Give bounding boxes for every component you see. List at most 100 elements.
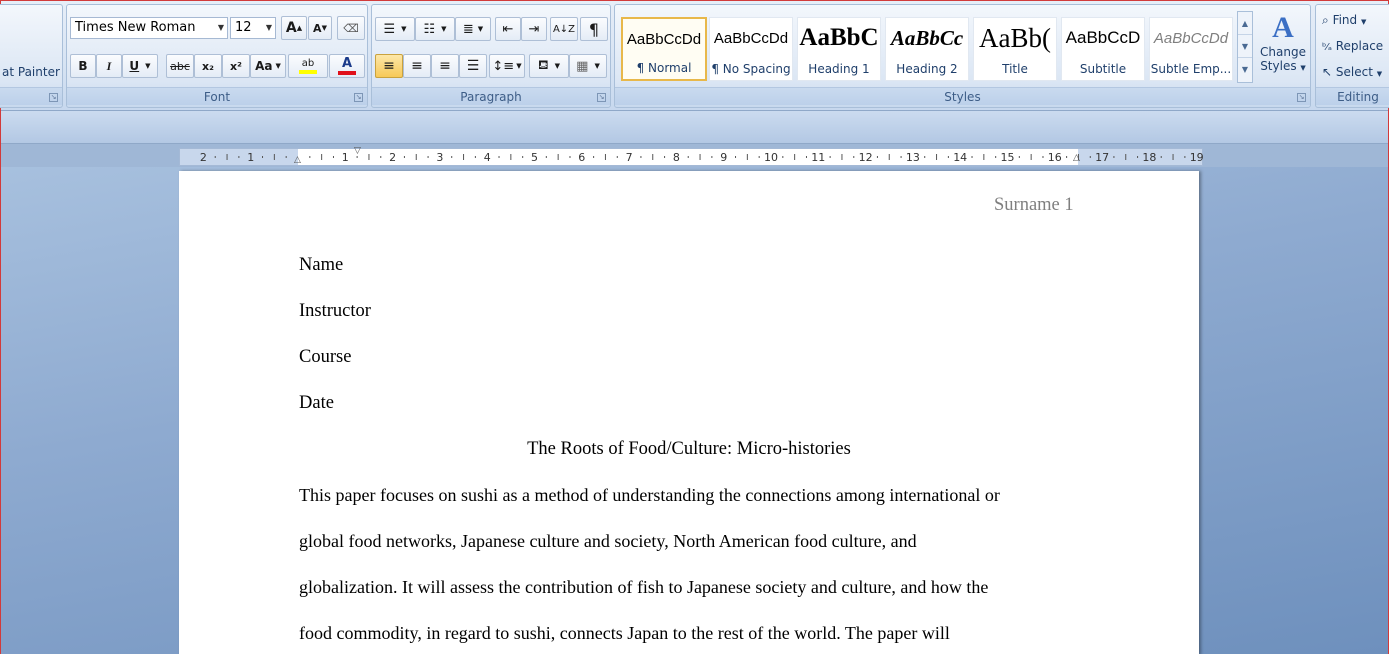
font-group: Times New Roman ▼ 12 ▼ A ▲ A ▼ ⌫ B I U ▼ ab…	[66, 4, 368, 108]
style-sample: AaBbCcD	[1065, 28, 1141, 47]
body-line-4: food commodity, in regard to sushi, conn…	[299, 623, 950, 643]
ruler-number: 13	[906, 151, 920, 164]
bold-button[interactable]: B	[70, 54, 96, 78]
style-no-spacing[interactable]: AaBbCcDd ¶ No Spacing	[709, 17, 793, 81]
ruler-number: 7	[626, 151, 633, 164]
style-name: Subtle Emp...	[1150, 62, 1232, 76]
underline-button[interactable]: U ▼	[122, 54, 158, 78]
font-launcher[interactable]: ↘	[354, 93, 363, 102]
ruler-number: 6	[578, 151, 585, 164]
font-color-button[interactable]: A	[329, 54, 365, 78]
style-sample: AaBbCcDd	[626, 31, 702, 48]
ruler-number: 2	[200, 151, 207, 164]
ruler-number: 19	[1190, 151, 1204, 164]
ruler-number: 1	[342, 151, 349, 164]
italic-button[interactable]: I	[96, 54, 122, 78]
find-button[interactable]: ⌕ Find ▼	[1322, 13, 1366, 28]
align-right-button[interactable]: ≡	[431, 54, 459, 78]
styles-scroll: ▲ ▼ ▼	[1237, 11, 1253, 83]
style-title[interactable]: AaBb( Title	[973, 17, 1057, 81]
scroll-down-button[interactable]: ▼	[1238, 35, 1252, 58]
paint-bucket-icon: ⛾	[537, 57, 549, 73]
style-name: ¶ Normal	[636, 61, 692, 75]
ruler-number: 9	[720, 151, 727, 164]
right-indent-marker[interactable]: △	[1073, 153, 1080, 163]
numbering-button[interactable]: ☷ ▼	[415, 17, 455, 41]
style-heading-1[interactable]: AaBbC Heading 1	[797, 17, 881, 81]
italic-icon: I	[106, 58, 112, 73]
first-line-indent-marker[interactable]: ▽	[354, 146, 361, 156]
style-name: Title	[1002, 62, 1028, 76]
style-sample: AaBb(	[979, 23, 1051, 53]
ruler-number: 10	[764, 151, 778, 164]
body-line-1: This paper focuses on sushi as a method …	[299, 485, 1000, 505]
align-left-button[interactable]: ≡	[375, 54, 403, 78]
strikethrough-button[interactable]: abc	[166, 54, 194, 78]
ruler-number: 14	[953, 151, 967, 164]
align-center-icon: ≡	[411, 58, 423, 74]
subscript-button[interactable]: x₂	[194, 54, 222, 78]
decrease-indent-button[interactable]: ⇤	[495, 17, 521, 41]
change-case-button[interactable]: Aa ▼	[250, 54, 286, 78]
decrease-indent-icon: ⇤	[502, 21, 514, 37]
shrink-font-icon: A	[313, 21, 322, 35]
superscript-button[interactable]: x²	[222, 54, 250, 78]
more-styles-button[interactable]: ▼	[1238, 58, 1252, 81]
horizontal-ruler[interactable]: 2 1 1 2 3 4 5 6 7 8 9 10 11 12 13 14 15 16 17 18 19 ▽ △ △	[179, 146, 1204, 166]
font-name-value: Times New Roman	[75, 20, 196, 35]
left-indent-marker[interactable]: △	[294, 155, 301, 165]
font-color-icon: A	[341, 56, 353, 71]
increase-indent-button[interactable]: ⇥	[521, 17, 547, 41]
align-center-button[interactable]: ≡	[403, 54, 431, 78]
align-left-icon: ≡	[383, 58, 395, 74]
style-sample: AaBbC	[799, 24, 879, 51]
clear-formatting-button[interactable]: ⌫	[337, 16, 365, 40]
grow-font-button[interactable]: A ▲	[281, 16, 307, 40]
line-spacing-button[interactable]: ↕≡ ▼	[489, 54, 525, 78]
sort-icon: A↓Z	[552, 23, 576, 35]
cursor-icon: ↖	[1322, 65, 1333, 79]
line-instructor: Instructor	[299, 301, 371, 321]
style-sample: AaBbCcDd	[1153, 30, 1229, 47]
show-hide-button[interactable]: ¶	[580, 17, 608, 41]
font-size-combo[interactable]: 12 ▼	[230, 17, 276, 39]
format-painter-button[interactable]: at Painter	[2, 65, 60, 79]
font-name-combo[interactable]: Times New Roman ▼	[70, 17, 228, 39]
document-page[interactable]: Surname 1 Name Instructor Course Date Th…	[179, 171, 1199, 654]
shrink-font-button[interactable]: A ▼	[308, 16, 332, 40]
select-button[interactable]: ↖ Select ▼	[1322, 65, 1382, 79]
bullets-button[interactable]: ☰ ▼	[375, 17, 415, 41]
change-styles-label-2: Styles	[1260, 59, 1297, 73]
ruler-number: 15	[1001, 151, 1015, 164]
paragraph-group: ☰ ▼ ☷ ▼ ≣ ▼ ⇤ ⇥ A↓Z ¶ ≡ ≡ ≡ ☰ ↕≡ ▼ ⛾ ▼ ▦ ▼ Par…	[371, 4, 611, 108]
highlight-button[interactable]: ab	[288, 54, 328, 78]
increase-indent-icon: ⇥	[528, 21, 540, 37]
replace-button[interactable]: ᵇ⁄ₐ Replace	[1322, 39, 1383, 53]
multilevel-list-button[interactable]: ≣ ▼	[455, 17, 491, 41]
font-color-bar	[338, 71, 356, 75]
clipboard-launcher[interactable]: ↘	[49, 93, 58, 102]
highlight-color-bar	[299, 70, 317, 74]
ruler-number: 2	[389, 151, 396, 164]
styles-launcher[interactable]: ↘	[1297, 93, 1306, 102]
style-subtle-emphasis[interactable]: AaBbCcDd Subtle Emp...	[1149, 17, 1233, 81]
justify-button[interactable]: ☰	[459, 54, 487, 78]
style-normal[interactable]: AaBbCcDd ¶ Normal	[621, 17, 707, 81]
paragraph-launcher[interactable]: ↘	[597, 93, 606, 102]
ruler-number: 4	[484, 151, 491, 164]
borders-button[interactable]: ▦ ▼	[569, 54, 607, 78]
bold-icon: B	[78, 59, 88, 73]
line-spacing-icon: ↕≡	[492, 58, 515, 74]
editing-group-label: Editing	[1316, 87, 1389, 105]
sort-button[interactable]: A↓Z	[550, 17, 578, 41]
style-heading-2[interactable]: AaBbCc Heading 2	[885, 17, 969, 81]
shading-button[interactable]: ⛾ ▼	[529, 54, 569, 78]
ruler-number: 1	[247, 151, 254, 164]
grow-font-icon: A	[285, 20, 297, 36]
change-styles-button[interactable]: A Change Styles ▼	[1257, 11, 1309, 87]
editing-group: ⌕ Find ▼ ᵇ⁄ₐ Replace ↖ Select ▼ Editing	[1315, 4, 1389, 108]
style-subtitle[interactable]: AaBbCcD Subtitle	[1061, 17, 1145, 81]
scroll-up-button[interactable]: ▲	[1238, 12, 1252, 35]
ruler-number: 16	[1048, 151, 1062, 164]
style-name: Heading 2	[896, 62, 958, 76]
